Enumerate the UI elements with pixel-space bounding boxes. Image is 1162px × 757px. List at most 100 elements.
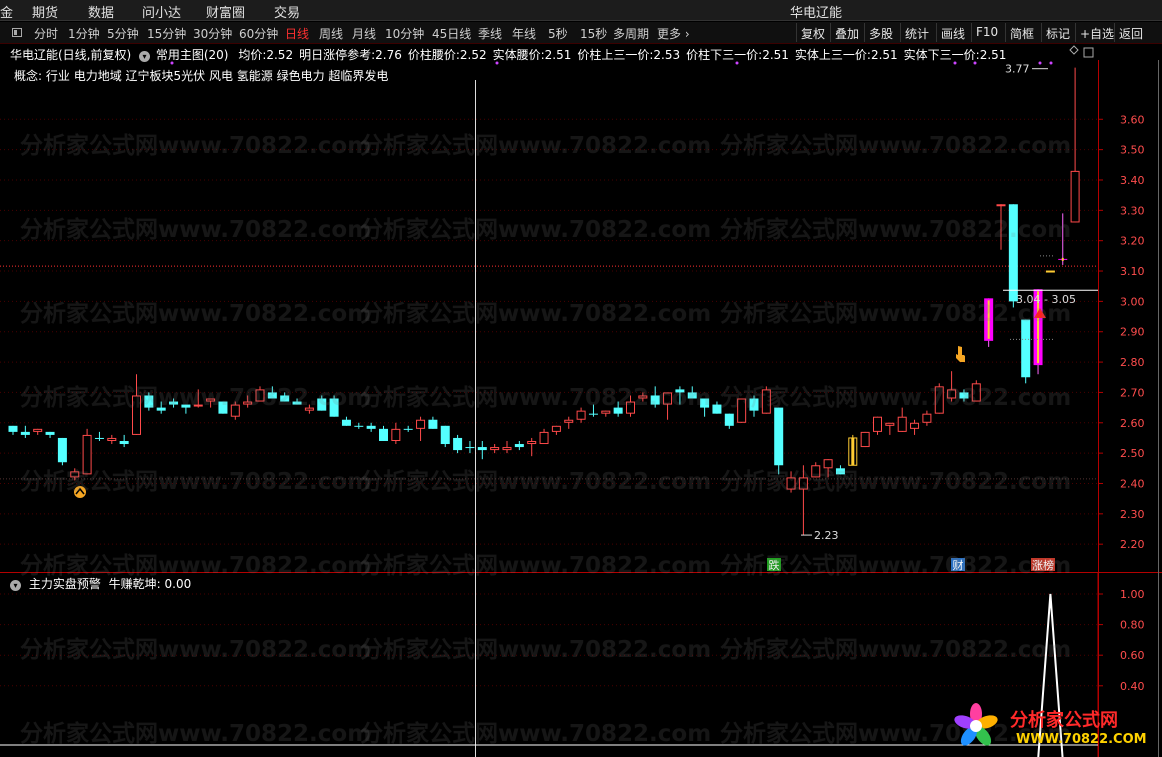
period-intraday[interactable]: 分时 (34, 25, 58, 42)
candle-body (601, 410, 611, 414)
candle-body (490, 447, 500, 451)
period-quarterly[interactable]: 季线 (478, 25, 502, 42)
candle-body (82, 434, 92, 475)
indicator-tick-label: 0.60 (1120, 649, 1145, 662)
candle-body (1070, 170, 1080, 223)
menu-item-gold[interactable]: 金 (0, 2, 13, 21)
menu-item-trade[interactable]: 交易 (274, 2, 300, 21)
period-daily[interactable]: 日线 (285, 25, 309, 42)
candle-body (255, 389, 265, 402)
period-1min[interactable]: 1分钟 (68, 25, 100, 42)
candle-body (675, 389, 685, 393)
period-5min[interactable]: 5分钟 (107, 25, 139, 42)
period-multi[interactable]: 多周期 (613, 25, 649, 42)
period-15sec[interactable]: 15秒 (580, 25, 607, 42)
period-more[interactable]: 更多 › (657, 25, 690, 42)
candle-body (193, 404, 203, 407)
draw-line-button[interactable]: 画线 (936, 23, 969, 42)
f10-button[interactable]: F10 (971, 23, 1002, 42)
concept-line: 概念: 行业 电力地域 辽宁板块5光伏 风电 氢能源 绿色电力 超临界发电 (14, 67, 388, 84)
candle-body (144, 395, 154, 408)
menu-item-data[interactable]: 数据 (88, 2, 114, 21)
candle-body (94, 437, 104, 439)
hand-cursor-icon (956, 346, 965, 362)
menu-item-futures[interactable]: 期货 (32, 2, 58, 21)
candle-body (650, 395, 660, 405)
period-60min[interactable]: 60分钟 (239, 25, 278, 42)
adjust-button[interactable]: 复权 (796, 23, 829, 42)
overlay-button[interactable]: 叠加 (830, 23, 863, 42)
back-button[interactable]: 返回 (1114, 23, 1147, 42)
candle-body (132, 395, 141, 435)
candle-body (267, 392, 277, 399)
collapse-icon[interactable]: ▾ (139, 51, 151, 62)
candle-body (687, 392, 697, 399)
price-tick-label: 2.70 (1120, 386, 1145, 399)
multi-stock-button[interactable]: 多股 (864, 23, 897, 42)
stat-value: 2.51 (544, 48, 572, 62)
panel-toggle-icon[interactable] (12, 28, 22, 37)
candle-body (934, 386, 944, 414)
logo-url: WWW.70822.COM (1016, 732, 1147, 747)
candle-body (786, 477, 796, 490)
indicator-collapse-icon[interactable]: ▾ (10, 580, 21, 591)
candle-body (811, 465, 821, 478)
period-yearly[interactable]: 年线 (512, 25, 536, 42)
candle-body (724, 413, 734, 426)
candle-body (169, 401, 179, 405)
concept-label: 概念: (14, 69, 43, 83)
formula-name[interactable]: 常用主图(20) (156, 48, 229, 62)
candle-body (798, 477, 808, 490)
candle-body (996, 204, 1006, 207)
period-weekly[interactable]: 周线 (319, 25, 343, 42)
menu-item-wenxiaoda[interactable]: 问小达 (142, 2, 181, 21)
diamond-icon (1069, 45, 1079, 55)
candle-body (700, 398, 710, 408)
period-10min[interactable]: 10分钟 (385, 25, 424, 42)
price-tick-label: 3.40 (1120, 174, 1145, 187)
period-monthly[interactable]: 月线 (352, 25, 376, 42)
period-15min[interactable]: 15分钟 (147, 25, 186, 42)
add-watchlist-button[interactable]: +自选 (1075, 23, 1118, 42)
candle-body (737, 398, 747, 423)
candle-body (243, 401, 253, 405)
candle-body (947, 389, 957, 399)
stats-button[interactable]: 统计 (900, 23, 933, 42)
candle-body (502, 447, 512, 451)
stat-value: 2.52 (266, 48, 294, 62)
candle-body (218, 401, 228, 414)
candle-body (379, 428, 388, 441)
candle-body (1008, 204, 1018, 302)
price-tick-label: 2.50 (1120, 447, 1145, 460)
candle-body (292, 401, 302, 405)
candle-body (45, 431, 55, 435)
logo-title: 分析家公式网 (1010, 710, 1118, 731)
chart-header: 华电辽能(日线,前复权) ▾ 常用主图(20) 均价:2.52 明日涨停参考:2.… (10, 46, 1006, 63)
stock-title[interactable]: 华电辽能(日线,前复权) (10, 48, 131, 62)
candle-body (835, 468, 845, 475)
menu-item-wealth-circle[interactable]: 财富圈 (206, 2, 245, 21)
brand-logo: 分析家公式网 WWW.70822.COM (952, 702, 1152, 754)
indicator-name[interactable]: 主力实盘预警 (29, 577, 101, 591)
stat-value: 2.51 (762, 48, 789, 62)
period-5sec[interactable]: 5秒 (548, 25, 568, 42)
range-label: 3.04 - 3.05 (1016, 293, 1076, 306)
candle-body (156, 407, 166, 411)
price-tick-label: 3.60 (1120, 113, 1145, 126)
price-tick-label: 2.90 (1120, 326, 1145, 339)
period-30min[interactable]: 30分钟 (193, 25, 232, 42)
concept-list: 行业 电力地域 辽宁板块5光伏 风电 氢能源 绿色电力 超临界发电 (45, 69, 389, 83)
simple-frame-button[interactable]: 简框 (1005, 23, 1038, 42)
price-tick-label: 3.50 (1120, 144, 1145, 157)
candle-body (514, 444, 524, 448)
period-45day[interactable]: 45日线 (432, 25, 471, 42)
stat-label: 价柱上三一价: (577, 48, 654, 62)
candle-body (638, 395, 648, 399)
mark-button[interactable]: 标记 (1041, 23, 1074, 42)
kline-chart[interactable]: 3.60 3.50 3.40 3.30 3.20 3.10 3.00 2.90 2.80 2.70… (0, 44, 1162, 757)
formula-stats: 均价:2.52 明日涨停参考:2.76 价柱腰价:2.52 实体腰价:2.51 价柱上三… (232, 48, 1006, 62)
stat-label: 实体下三一价: (903, 48, 980, 62)
candle-body (20, 431, 30, 435)
stat-label: 实体腰价: (492, 48, 545, 62)
event-badge-label: 涨榜 (1032, 558, 1054, 572)
